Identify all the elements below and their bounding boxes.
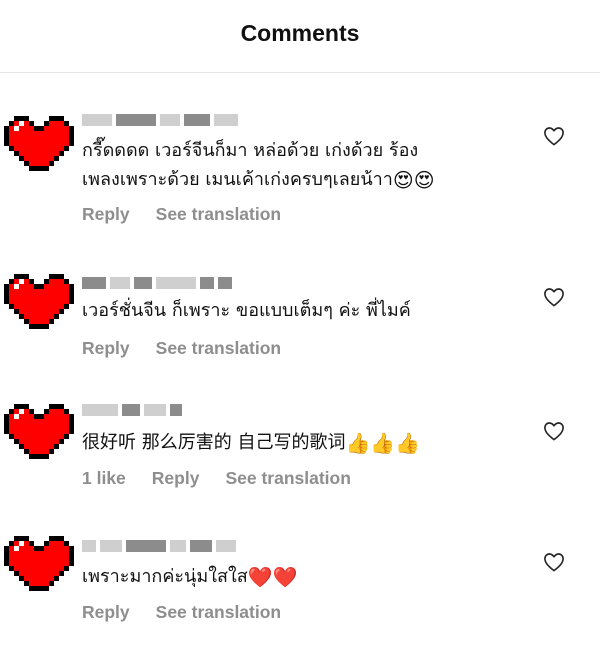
comment-text-line: เวอร์ชั่นจีน ก็เพราะ ขอแบบเต็มๆ ค่ะ พี่ไ… <box>82 300 411 321</box>
comment-actions: Reply See translation <box>82 338 281 359</box>
see-translation-button[interactable]: See translation <box>156 338 281 359</box>
heart-eyes-emoji: 😍😍 <box>392 168 435 192</box>
comment-text: เวอร์ชั่นจีน ก็เพราะ ขอแบบเต็มๆ ค่ะ พี่ไ… <box>82 296 522 325</box>
pixel-heart-icon <box>4 116 74 171</box>
comment-actions: 1 like Reply See translation <box>82 468 351 489</box>
red-heart-emoji: ❤️❤️ <box>247 565 298 589</box>
like-heart-button[interactable] <box>543 126 565 146</box>
comment-text: เพราะมากค่ะนุ่มใสใส❤️❤️ <box>82 562 522 592</box>
comment-text: 很好听 那么厉害的 自己写的歌词👍👍👍 <box>82 428 522 458</box>
heart-outline-icon <box>544 553 564 572</box>
like-count[interactable]: 1 like <box>82 468 126 489</box>
comment-text-line: 很好听 那么厉害的 自己写的歌词👍👍👍 <box>82 428 522 458</box>
see-translation-button[interactable]: See translation <box>156 204 281 225</box>
heart-outline-icon <box>544 422 564 441</box>
reply-button[interactable]: Reply <box>82 204 130 225</box>
avatar[interactable] <box>4 530 74 592</box>
like-heart-button[interactable] <box>543 421 565 441</box>
like-heart-button[interactable] <box>543 287 565 307</box>
reply-button[interactable]: Reply <box>152 468 200 489</box>
heart-outline-icon <box>544 127 564 146</box>
reply-button[interactable]: Reply <box>82 338 130 359</box>
avatar[interactable] <box>4 398 74 460</box>
comment-text-line: เพลงเพราะด้วย เมนเค้าเก่งครบๆเลยน้าา😍😍 <box>82 165 522 195</box>
username-redacted[interactable] <box>82 539 236 553</box>
comment-text: กรี๊ดดดด เวอร์จีนก็มา หล่อด้วย เก่งด้วย … <box>82 136 522 195</box>
username-redacted[interactable] <box>82 113 238 127</box>
avatar[interactable] <box>4 268 74 330</box>
like-heart-button[interactable] <box>543 552 565 572</box>
pixel-heart-icon <box>4 536 74 591</box>
comment-text-segment: เพราะมากค่ะนุ่มใสใส <box>82 566 248 587</box>
avatar[interactable] <box>4 110 74 172</box>
pixel-heart-icon <box>4 274 74 329</box>
see-translation-button[interactable]: See translation <box>156 602 281 623</box>
comment-actions: Reply See translation <box>82 204 281 225</box>
comment-text-line: กรี๊ดดดด เวอร์จีนก็มา หล่อด้วย เก่งด้วย … <box>82 140 419 161</box>
thumbs-up-emoji: 👍👍👍 <box>345 431 421 455</box>
heart-outline-icon <box>544 288 564 307</box>
reply-button[interactable]: Reply <box>82 602 130 623</box>
comment-text-segment: เพลงเพราะด้วย เมนเค้าเก่งครบๆเลยน้าา <box>82 169 393 190</box>
username-redacted[interactable] <box>82 276 232 290</box>
comments-header: Comments <box>0 0 600 73</box>
username-redacted[interactable] <box>82 403 182 417</box>
comment-text-line: เพราะมากค่ะนุ่มใสใส❤️❤️ <box>82 562 522 592</box>
page-title: Comments <box>240 19 360 46</box>
see-translation-button[interactable]: See translation <box>225 468 350 489</box>
comment-actions: Reply See translation <box>82 602 281 623</box>
comment-text-segment: 很好听 那么厉害的 自己写的歌词 <box>82 432 346 453</box>
pixel-heart-icon <box>4 404 74 459</box>
